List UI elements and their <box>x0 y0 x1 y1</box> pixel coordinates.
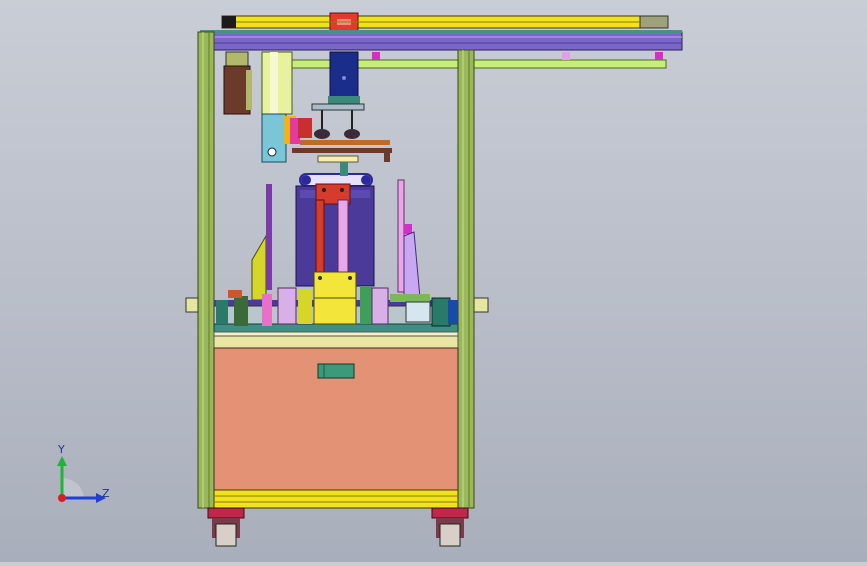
y-axis-label: Y <box>57 443 65 456</box>
right-knob <box>473 297 489 313</box>
right-frame-post <box>457 49 475 509</box>
triad-plane-icon <box>62 477 84 498</box>
left-caster <box>207 507 245 547</box>
z-axis-label: Z <box>102 487 110 500</box>
right-bracket <box>397 179 421 299</box>
machine-model <box>185 12 683 547</box>
top-rail-assembly <box>221 12 669 32</box>
cross-beam <box>199 30 683 51</box>
right-caster <box>431 507 469 547</box>
left-knob <box>185 297 199 313</box>
servo-motor-left <box>223 51 252 115</box>
left-bracket <box>251 184 272 301</box>
origin-icon <box>58 494 66 502</box>
left-frame-post <box>197 31 215 509</box>
belt-drive <box>299 162 373 187</box>
lower-cabinet <box>213 347 459 491</box>
central-motor <box>328 51 360 104</box>
axis-triad: Y Z <box>40 440 130 520</box>
cad-viewport[interactable] <box>0 0 867 562</box>
